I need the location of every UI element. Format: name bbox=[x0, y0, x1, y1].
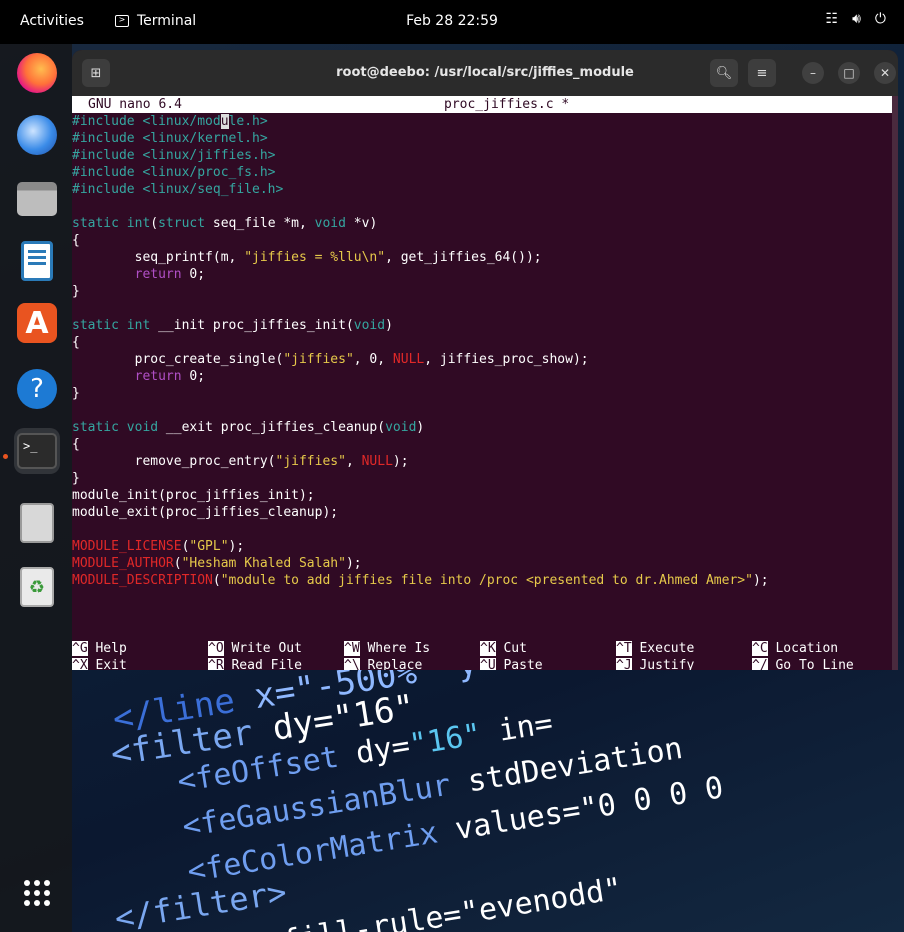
nano-help-item[interactable]: ^R Read File bbox=[208, 657, 302, 670]
code-line: MODULE_AUTHOR("Hesham Khaled Salah"); bbox=[72, 556, 362, 571]
code-line: MODULE_DESCRIPTION("module to add jiffie… bbox=[72, 573, 769, 588]
software-center-icon: A bbox=[17, 303, 57, 343]
code-line: MODULE_LICENSE("GPL"); bbox=[72, 539, 245, 554]
nano-help-item[interactable]: ^J Justify bbox=[616, 657, 694, 670]
text-cursor: u bbox=[220, 114, 229, 129]
thunderbird-icon bbox=[17, 115, 57, 155]
dock-firefox[interactable] bbox=[14, 50, 60, 96]
code-line: seq_printf(m, "jiffies = %llu\n", get_ji… bbox=[72, 250, 542, 265]
minimize-icon: – bbox=[810, 66, 816, 80]
nano-help-item[interactable]: ^T Execute bbox=[616, 640, 694, 657]
nano-help-item[interactable]: ^U Paste bbox=[480, 657, 543, 670]
code-line: remove_proc_entry("jiffies", NULL); bbox=[72, 454, 409, 469]
window-titlebar[interactable]: ⊞ root@deebo: /usr/local/src/jiffies_mod… bbox=[72, 50, 898, 96]
maximize-button[interactable]: □ bbox=[838, 62, 860, 84]
code-line: } bbox=[72, 386, 80, 401]
terminal-icon: >_ bbox=[17, 433, 57, 469]
document-icon bbox=[21, 241, 53, 281]
menu-button[interactable]: ≡ bbox=[748, 59, 776, 87]
close-button[interactable]: ✕ bbox=[874, 62, 896, 84]
search-icon: 🔍︎ bbox=[715, 65, 733, 81]
dock-thunderbird[interactable] bbox=[14, 112, 60, 158]
terminal-content[interactable]: GNU nano 6.4 proc_jiffies.c * #include <… bbox=[72, 96, 898, 670]
terminal-window: ⊞ root@deebo: /usr/local/src/jiffies_mod… bbox=[72, 50, 898, 670]
dock-files[interactable] bbox=[14, 176, 60, 222]
dock-libreoffice-writer[interactable] bbox=[14, 238, 60, 284]
code-line: { bbox=[72, 233, 80, 248]
dock-text-editor[interactable] bbox=[14, 500, 60, 546]
code-line: #include <linux/proc_fs.h> bbox=[72, 165, 276, 180]
code-line: static int __init proc_jiffies_init(void… bbox=[72, 318, 393, 333]
code-line: #include <linux/seq_file.h> bbox=[72, 182, 284, 197]
code-line: module_init(proc_jiffies_init); bbox=[72, 488, 315, 503]
text-editor-icon bbox=[20, 503, 54, 543]
nano-help-item[interactable]: ^X Exit bbox=[72, 657, 127, 670]
show-applications-button[interactable] bbox=[14, 870, 60, 916]
dock: A ? >_ ♻ bbox=[0, 44, 72, 932]
clock[interactable]: Feb 28 22:59 bbox=[0, 13, 904, 29]
code-line: module_exit(proc_jiffies_cleanup); bbox=[72, 505, 339, 520]
code-line: #include <linux/module.h> bbox=[72, 114, 268, 129]
close-icon: ✕ bbox=[879, 66, 891, 80]
dock-ubuntu-software[interactable]: A bbox=[14, 300, 60, 346]
code-line: { bbox=[72, 437, 80, 452]
code-line: return 0; bbox=[72, 369, 206, 384]
dock-terminal[interactable]: >_ bbox=[14, 428, 60, 474]
minimize-button[interactable]: – bbox=[802, 62, 824, 84]
code-line: proc_create_single("jiffies", 0, NULL, j… bbox=[72, 352, 589, 367]
nano-help-item[interactable]: ^K Cut bbox=[480, 640, 527, 657]
dock-help[interactable]: ? bbox=[14, 366, 60, 412]
nano-help-item[interactable]: ^\ Replace bbox=[344, 657, 422, 670]
firefox-icon bbox=[17, 53, 57, 93]
wallpaper-code-line: fill-rule="evenodd" bbox=[280, 871, 625, 932]
code-line: #include <linux/jiffies.h> bbox=[72, 148, 276, 163]
nano-help-item[interactable]: ^O Write Out bbox=[208, 640, 302, 657]
top-bar: Activities > Terminal Feb 28 22:59 ☷ 🔊︎ … bbox=[0, 0, 904, 44]
code-line: #include <linux/kernel.h> bbox=[72, 131, 268, 146]
code-line: static int(struct seq_file *m, void *v) bbox=[72, 216, 378, 231]
nano-help-item[interactable]: ^G Help bbox=[72, 640, 127, 657]
terminal-scrollbar[interactable] bbox=[892, 96, 898, 670]
network-icon: ☷ bbox=[825, 11, 839, 27]
trash-icon: ♻ bbox=[20, 567, 54, 607]
power-icon: ⏻ bbox=[874, 11, 886, 27]
hamburger-menu-icon: ≡ bbox=[756, 65, 768, 81]
app-grid-icon bbox=[24, 880, 50, 906]
nano-version: GNU nano 6.4 bbox=[88, 97, 182, 112]
code-line: } bbox=[72, 284, 80, 299]
nano-help-item[interactable]: ^/ Go To Line bbox=[752, 657, 854, 670]
maximize-icon: □ bbox=[843, 66, 855, 80]
code-line: static void __exit proc_jiffies_cleanup(… bbox=[72, 420, 425, 435]
dock-trash[interactable]: ♻ bbox=[14, 564, 60, 610]
nano-help-item[interactable]: ^C Location bbox=[752, 640, 838, 657]
nano-help-item[interactable]: ^W Where Is bbox=[344, 640, 430, 657]
code-line: } bbox=[72, 471, 80, 486]
volume-icon: 🔊︎ bbox=[852, 11, 861, 27]
nano-filename: proc_jiffies.c * bbox=[444, 97, 570, 112]
search-button[interactable]: 🔍︎ bbox=[710, 59, 738, 87]
code-line: { bbox=[72, 335, 80, 350]
code-line: return 0; bbox=[72, 267, 206, 282]
folder-icon bbox=[17, 182, 57, 216]
nano-title-bar: GNU nano 6.4 proc_jiffies.c * bbox=[72, 96, 892, 113]
system-tray[interactable]: ☷ 🔊︎ ⏻ bbox=[826, 11, 886, 27]
help-icon: ? bbox=[17, 369, 57, 409]
